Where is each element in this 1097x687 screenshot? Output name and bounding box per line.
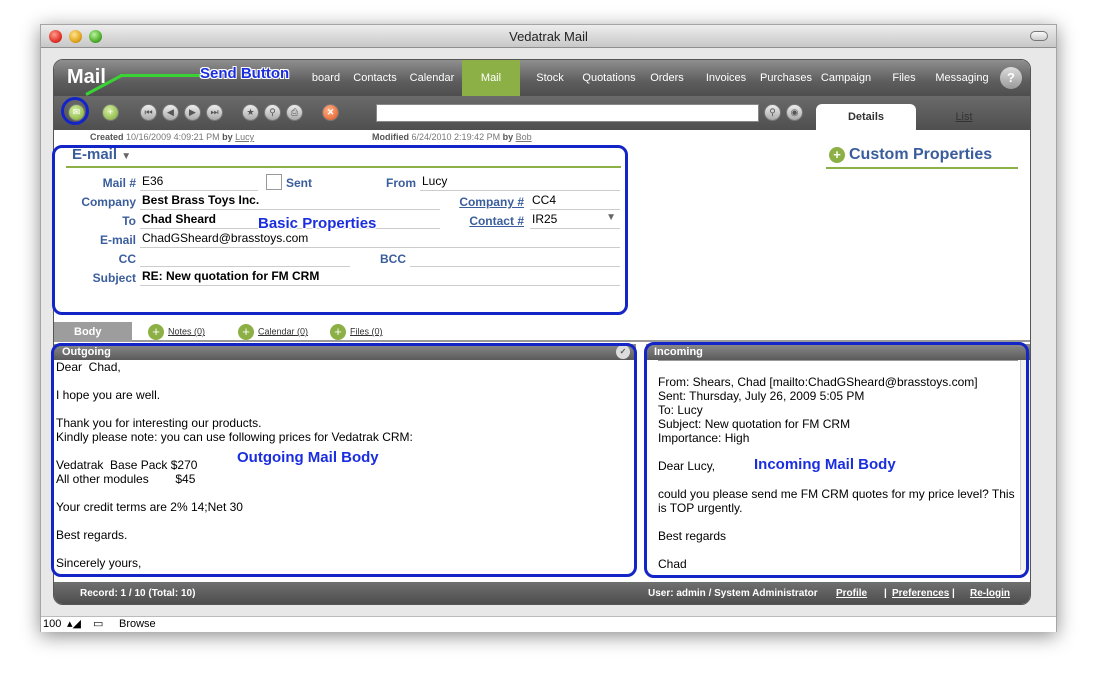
print-icon[interactable]: ⎙ [286,104,303,121]
relogin-link[interactable]: Re-login [970,582,1010,604]
created-label: Created [90,132,124,142]
layout-icon[interactable]: ▭ [93,617,103,630]
window-title: Vedatrak Mail [509,29,588,44]
nav-quotations[interactable]: Quotations [580,60,638,96]
window-titlebar: Vedatrak Mail [41,25,1056,48]
incoming-body-callout: Incoming Mail Body [754,456,896,473]
toolbar-toggle-button[interactable] [1030,31,1048,41]
nav-invoices[interactable]: Invoices [703,60,749,96]
add-record-icon[interactable]: + [102,104,119,121]
nav-mail[interactable]: Mail [462,60,520,96]
modified-meta: Modified 6/24/2010 2:19:42 PM by Bob [372,132,532,142]
last-record-icon[interactable]: ⏭ [206,104,223,121]
search-icon[interactable]: ⚲ [764,104,781,121]
tab-files[interactable]: + Files (0) [330,324,383,340]
view-icon[interactable]: ◉ [786,104,803,121]
basic-properties-callout: Basic Properties [258,215,377,232]
nav-orders[interactable]: Orders [647,60,687,96]
created-date: 10/16/2009 4:09:21 PM [126,132,220,142]
first-record-icon[interactable]: ⏮ [140,104,157,121]
add-file-icon: + [330,324,346,340]
add-calendar-icon: + [238,324,254,340]
profile-link[interactable]: Profile [836,582,867,604]
mode-indicator: Browse [119,618,156,630]
tab-list[interactable]: List [934,104,994,130]
tab-calendar[interactable]: + Calendar (0) [238,324,308,340]
nav-campaign[interactable]: Campaign [818,60,874,96]
search-input[interactable] [376,104,759,122]
status-separator-1: | [884,588,887,599]
add-icon: + [829,146,845,163]
nav-messaging[interactable]: Messaging [932,60,992,96]
send-button-highlight [61,97,89,125]
tab-details[interactable]: Details [816,104,916,130]
zoom-icons[interactable]: ▴◢ [67,617,81,630]
nav-purchases[interactable]: Purchases [758,60,814,96]
created-by-label: by [222,132,233,142]
outgoing-body-callout: Outgoing Mail Body [237,449,379,466]
status-separator-2: | [952,588,955,599]
custom-properties-divider [826,167,1018,169]
zoom-level[interactable]: 100 [43,618,61,630]
nav-stock[interactable]: Stock [530,60,570,96]
tab-body[interactable]: Body [54,322,132,342]
star-icon[interactable]: ★ [242,104,259,121]
nav-files[interactable]: Files [888,60,920,96]
tab-calendar-label: Calendar (0) [258,326,309,337]
tab-files-label: Files (0) [350,326,383,337]
previous-record-icon[interactable]: ◀ [162,104,179,121]
nav-calendar[interactable]: Calendar [405,60,459,96]
custom-properties-header[interactable]: + Custom Properties [829,146,992,164]
delete-record-icon[interactable]: ✕ [322,104,339,121]
tab-notes[interactable]: + Notes (0) [148,324,205,340]
body-subtabs: Body + Notes (0) + Calendar (0) + Files (0) [54,322,1030,342]
modified-label: Modified [372,132,409,142]
next-record-icon[interactable]: ▶ [184,104,201,121]
status-bar: Record: 1 / 10 (Total: 10) User: admin /… [54,582,1030,604]
send-button-callout: Send Button [200,65,290,82]
created-by-user[interactable]: Lucy [235,132,254,142]
send-button-pointer-2 [120,74,200,77]
tab-notes-label: Notes (0) [168,326,206,337]
add-note-icon: + [148,324,164,340]
modified-by-label: by [502,132,514,142]
preferences-link[interactable]: Preferences [892,582,949,604]
created-meta: Created 10/16/2009 4:09:21 PM by Lucy [90,132,254,142]
current-user: User: admin / System Administrator [648,588,818,599]
nav-dashboard[interactable]: board [305,60,347,96]
modified-by-user[interactable]: Bob [516,132,532,142]
custom-properties-label: Custom Properties [849,146,993,163]
modified-date: 6/24/2010 2:19:42 PM [411,132,501,142]
link-icon[interactable]: ⚲ [264,104,281,121]
filemaker-bottom-bar: 100 ▴◢ ▭ Browse [41,616,1056,632]
help-button[interactable]: ? [1000,67,1022,89]
record-counter: Record: 1 / 10 (Total: 10) [80,588,196,599]
nav-contacts[interactable]: Contacts [350,60,400,96]
